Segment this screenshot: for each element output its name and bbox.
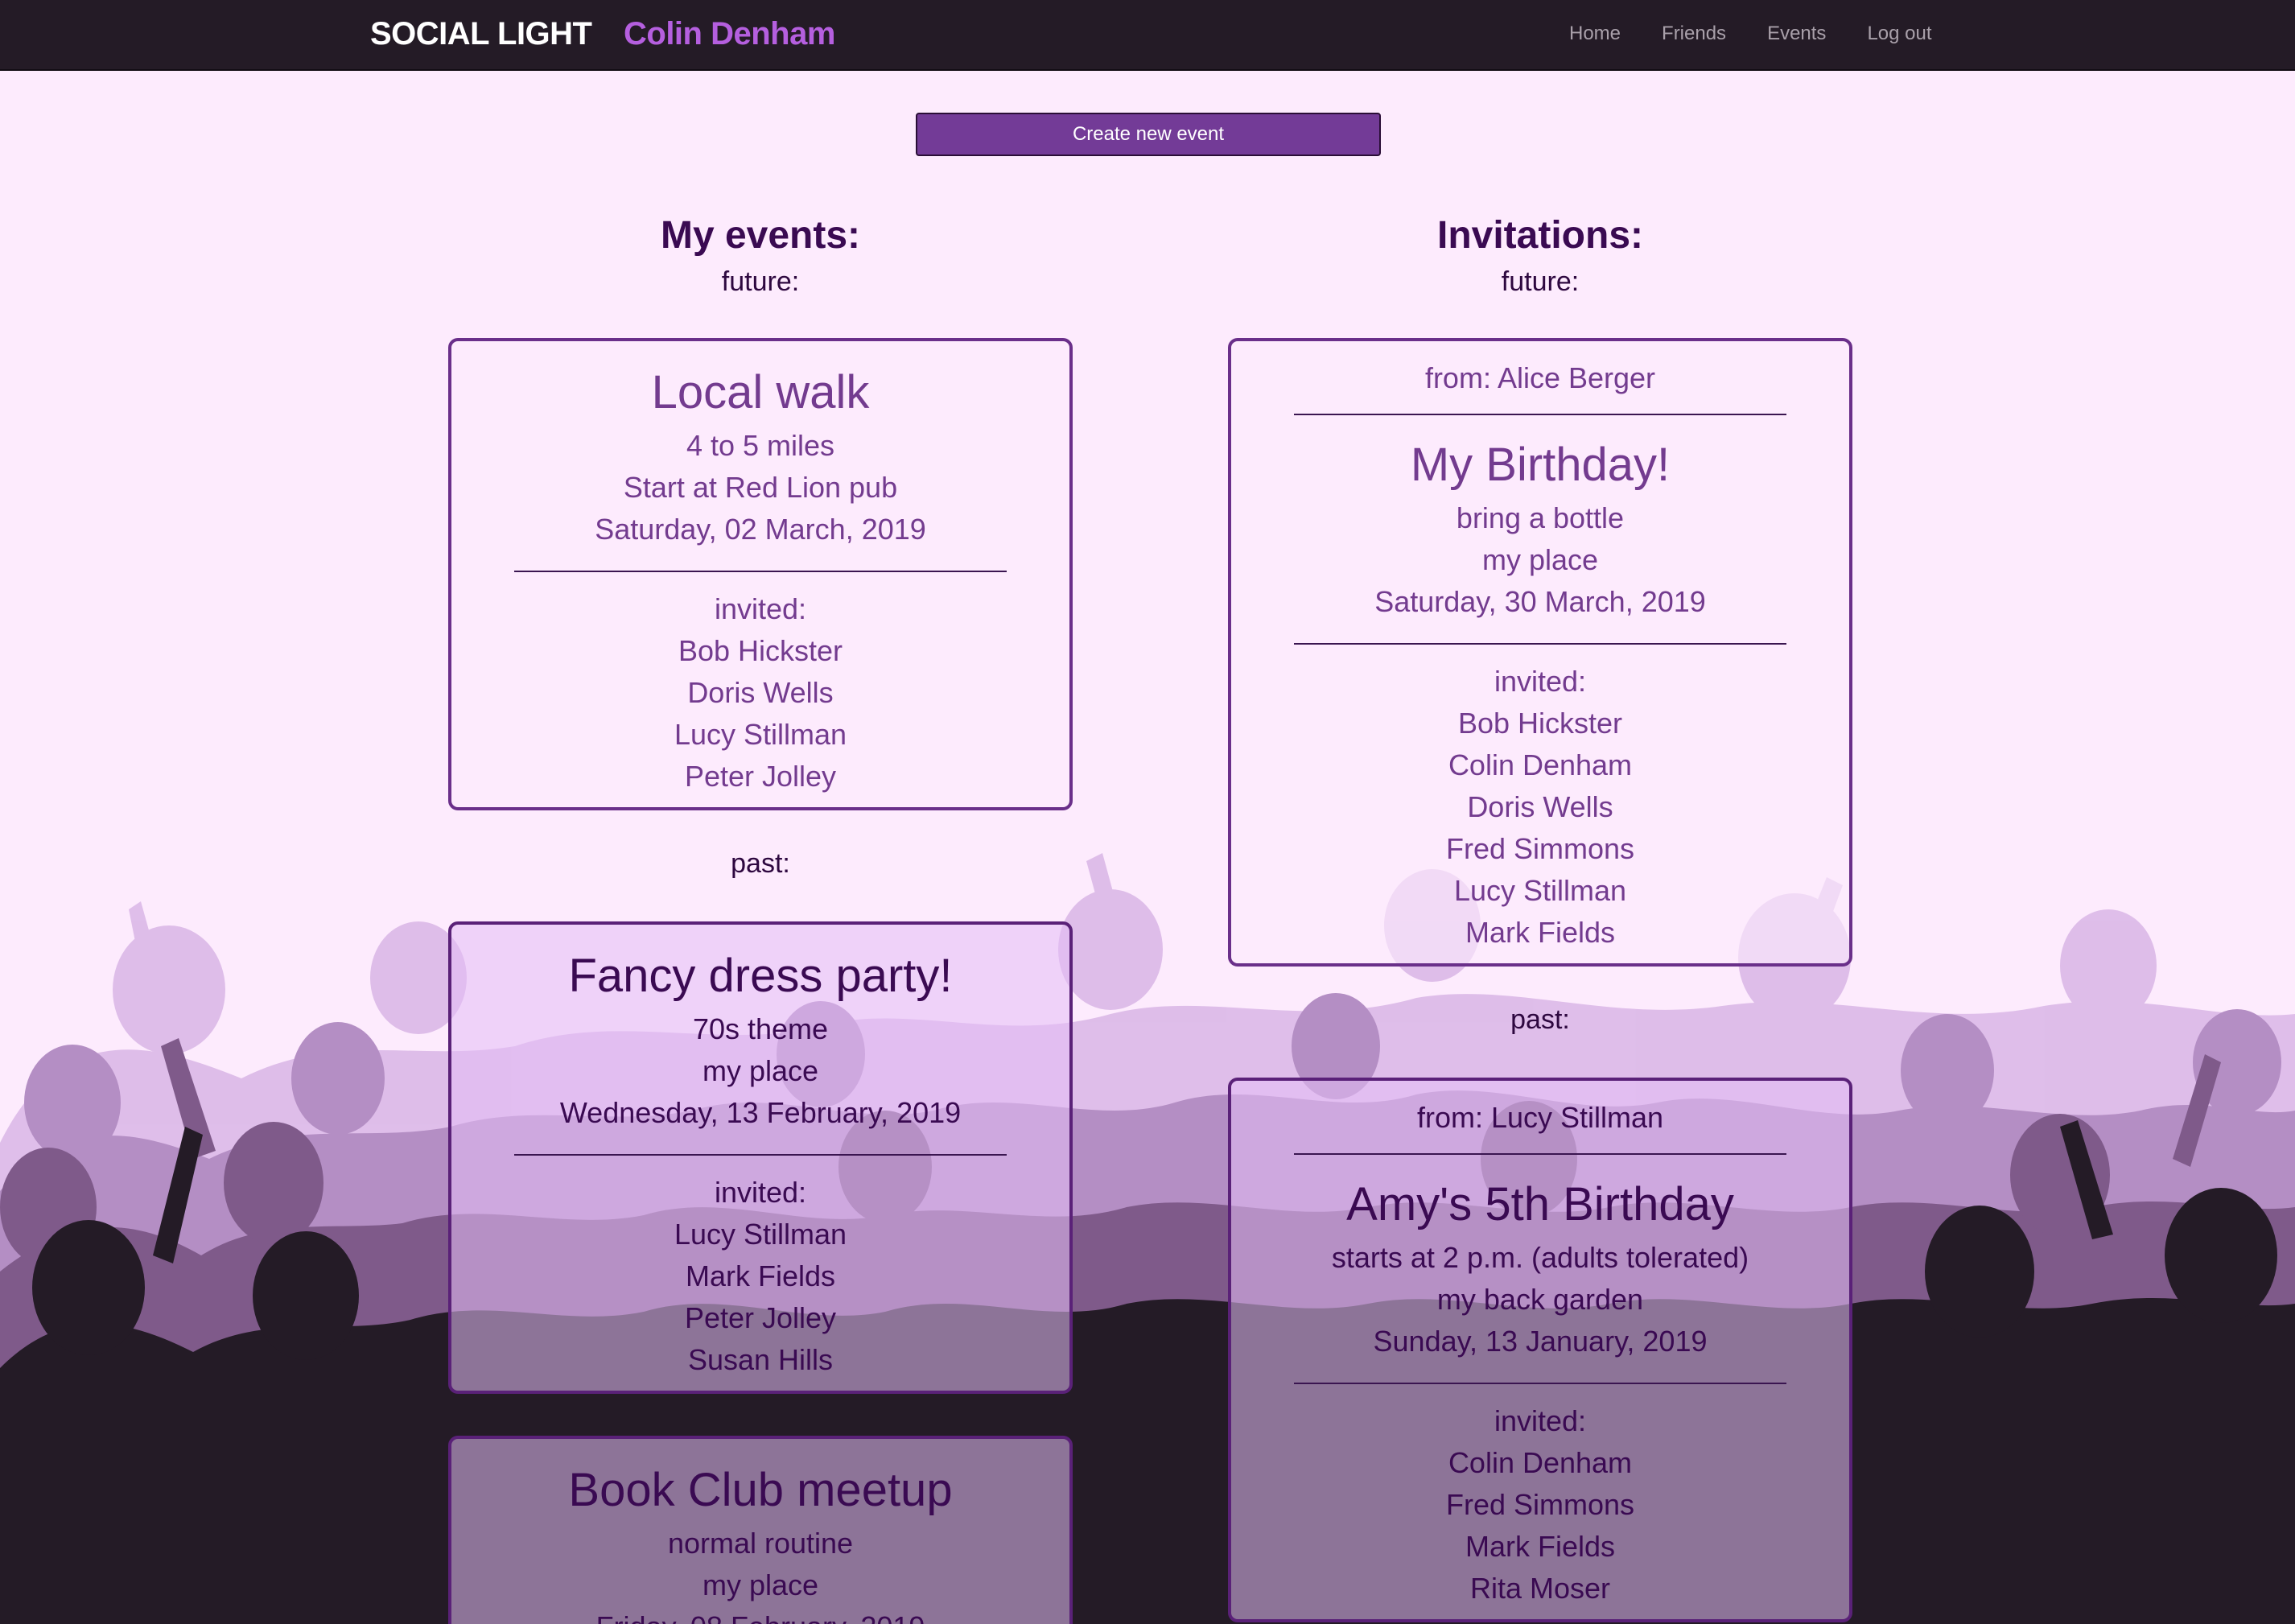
event-date: Wednesday, 13 February, 2019	[559, 1096, 962, 1129]
invitee-name: Peter Jolley	[684, 760, 837, 793]
nav-link-events[interactable]: Events	[1767, 23, 1826, 45]
brand-logo[interactable]: SOCIAL LIGHT	[370, 16, 592, 52]
event-description: 4 to 5 miles	[686, 429, 835, 462]
invitee-name: Susan Hills	[687, 1343, 834, 1376]
invitee-name: Fred Simmons	[1445, 1488, 1635, 1521]
invitation-from: from: Alice Berger	[1424, 361, 1656, 394]
invitee-name: Lucy Stillman	[1453, 874, 1627, 907]
crowd-silhouette-background	[0, 853, 2295, 1624]
event-title: Amy's 5th Birthday	[1346, 1178, 1734, 1230]
invited-label: invited:	[714, 1176, 807, 1209]
event-title: My Birthday!	[1410, 439, 1671, 491]
event-card-fancy-dress-party[interactable]: Fancy dress party! 70s theme my place We…	[448, 921, 1073, 1394]
card-divider	[514, 571, 1007, 572]
nav-link-home[interactable]: Home	[1569, 23, 1621, 45]
invitee-name: Mark Fields	[685, 1259, 836, 1292]
invitation-card-my-birthday[interactable]: from: Alice Berger My Birthday! bring a …	[1228, 338, 1852, 967]
event-location: my place	[1481, 543, 1599, 576]
event-title: Fancy dress party!	[568, 950, 953, 1002]
event-description: 70s theme	[692, 1012, 829, 1045]
card-divider	[1294, 1383, 1786, 1384]
invitee-name: Colin Denham	[1448, 748, 1633, 781]
event-description: bring a bottle	[1456, 501, 1625, 534]
event-title: Local walk	[651, 366, 870, 418]
invited-label: invited:	[714, 592, 807, 625]
card-divider	[514, 1154, 1007, 1156]
event-date: Sunday, 13 January, 2019	[1373, 1325, 1708, 1358]
current-user-name[interactable]: Colin Denham	[624, 16, 835, 52]
invitations-future-label: future:	[1501, 266, 1580, 297]
card-divider	[1294, 1153, 1786, 1155]
event-date: Saturday, 30 March, 2019	[1374, 585, 1706, 618]
event-date: Friday, 08 February, 2019	[451, 1606, 1069, 1624]
invitee-name: Lucy Stillman	[674, 718, 847, 751]
invitee-name: Mark Fields	[1465, 916, 1616, 949]
invitee-name: Colin Denham	[1448, 1446, 1633, 1479]
my-events-heading: My events:	[660, 214, 861, 257]
invitation-card-amys-5th-birthday[interactable]: from: Lucy Stillman Amy's 5th Birthday s…	[1228, 1078, 1852, 1622]
invitee-name: Rita Moser	[1469, 1572, 1611, 1605]
nav-link-logout[interactable]: Log out	[1867, 23, 1931, 45]
invitations-past-label: past:	[1510, 1004, 1570, 1035]
invitee-name: Bob Hickster	[1457, 707, 1623, 740]
event-location: Start at Red Lion pub	[623, 471, 898, 504]
create-new-event-button[interactable]: Create new event	[916, 113, 1381, 156]
invitations-column: Invitations: future: from: Alice Berger …	[1228, 211, 1852, 1622]
nav-link-friends[interactable]: Friends	[1662, 23, 1726, 45]
event-card-book-club-meetup[interactable]: Book Club meetup normal routine my place…	[448, 1436, 1073, 1624]
invited-label: invited:	[1494, 665, 1587, 698]
my-events-past-label: past:	[731, 848, 790, 879]
invitee-name: Doris Wells	[687, 676, 834, 709]
event-card-local-walk[interactable]: Local walk 4 to 5 miles Start at Red Lio…	[448, 338, 1073, 810]
event-location: my place	[702, 1054, 819, 1087]
invited-label: invited:	[1494, 1404, 1587, 1437]
invitations-heading: Invitations:	[1436, 214, 1643, 257]
event-description: starts at 2 p.m. (adults tolerated)	[1331, 1241, 1749, 1274]
invitee-name: Mark Fields	[1465, 1530, 1616, 1563]
card-divider	[1294, 643, 1786, 645]
my-events-future-label: future:	[721, 266, 800, 297]
event-location: my place	[702, 1568, 819, 1601]
top-navbar: SOCIAL LIGHT Colin Denham Home Friends E…	[0, 0, 2295, 71]
invitee-name: Fred Simmons	[1445, 832, 1635, 865]
invitee-name: Peter Jolley	[684, 1301, 837, 1334]
event-description: normal routine	[667, 1527, 854, 1560]
invitee-name: Bob Hickster	[678, 634, 843, 667]
invitee-name: Doris Wells	[1467, 790, 1613, 823]
card-divider	[1294, 414, 1786, 415]
event-location: my back garden	[1436, 1283, 1644, 1316]
nav-links: Home Friends Events Log out	[1569, 23, 1973, 45]
event-title: Book Club meetup	[568, 1464, 953, 1516]
my-events-column: My events: future: Local walk 4 to 5 mil…	[448, 211, 1073, 1624]
event-date: Saturday, 02 March, 2019	[595, 513, 926, 546]
invitee-name: Lucy Stillman	[674, 1218, 847, 1251]
invitation-from: from: Lucy Stillman	[1416, 1101, 1664, 1134]
